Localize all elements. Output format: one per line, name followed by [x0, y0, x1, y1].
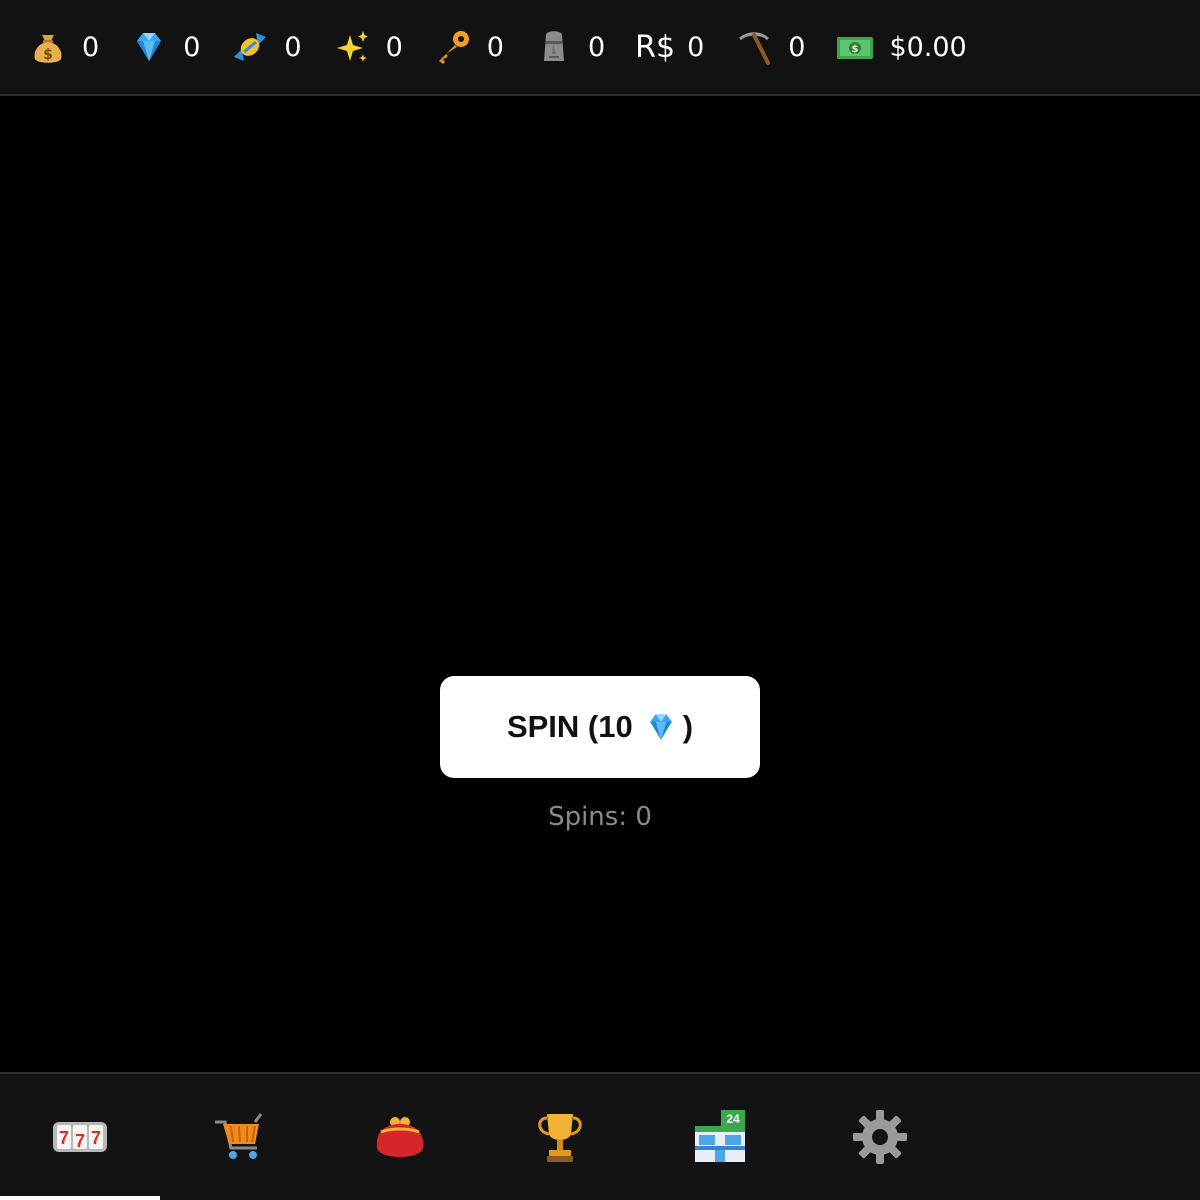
resource-moai: 0	[534, 0, 605, 95]
resource-cash: $ $0.00	[835, 0, 967, 95]
trophy-icon	[538, 1114, 582, 1162]
svg-text:$: $	[852, 44, 859, 55]
play-area: SPIN (10 ) Spins: 0	[0, 98, 1200, 1072]
resource-keys: 0	[433, 0, 504, 95]
svg-text:24: 24	[726, 1112, 740, 1126]
robux-label: R$	[635, 29, 676, 65]
nav-active-indicator	[0, 1196, 160, 1200]
sparkles-icon	[332, 27, 372, 67]
nav-slot-machine[interactable]: 7 7 7	[0, 1074, 160, 1200]
resource-bar: $ 0 0 0 0 0 0 R$ 0 0 $ $0.00	[0, 0, 1200, 96]
moai-value: 0	[587, 31, 606, 63]
cash-value: $0.00	[889, 31, 967, 63]
gem-icon	[649, 714, 672, 740]
nav-settings[interactable]	[800, 1074, 960, 1200]
nav-store[interactable]: 24	[640, 1074, 800, 1200]
key-icon	[433, 27, 473, 67]
gem-icon	[129, 27, 169, 67]
svg-text:$: $	[43, 47, 53, 63]
coins-value: 0	[82, 31, 100, 63]
nav-shop[interactable]	[160, 1074, 320, 1200]
money-bag-icon: $	[28, 27, 68, 67]
purse-icon	[376, 1117, 424, 1157]
spins-counter: Spins: 0	[548, 802, 652, 832]
keys-value: 0	[486, 31, 504, 63]
bottom-nav: 7 7 7 24	[0, 1072, 1200, 1200]
robux-value: 0	[687, 31, 705, 63]
nav-inventory[interactable]	[320, 1074, 480, 1200]
sparkles-value: 0	[385, 31, 403, 63]
gems-value: 0	[183, 31, 201, 63]
pickaxe-icon	[734, 27, 774, 67]
resource-pickaxe: 0	[734, 0, 805, 95]
candy-icon	[230, 27, 270, 67]
gear-icon	[853, 1110, 907, 1164]
nav-leaderboard[interactable]	[480, 1074, 640, 1200]
convenience-store-icon: 24	[695, 1110, 745, 1162]
pickaxe-value: 0	[788, 31, 806, 63]
resource-coins: $ 0	[28, 0, 99, 95]
svg-text:7: 7	[91, 1128, 101, 1148]
svg-text:7: 7	[75, 1131, 85, 1151]
resource-candy: 0	[230, 0, 302, 95]
game-screen: $ 0 0 0 0 0 0 R$ 0 0 $ $0.00 SPIN (10) …	[0, 0, 1200, 1200]
resource-sparkles: 0	[332, 0, 403, 95]
svg-text:7: 7	[59, 1128, 69, 1148]
moai-icon	[534, 27, 574, 67]
spin-button-close: )	[682, 709, 694, 744]
dollar-bill-icon: $	[835, 27, 875, 67]
spin-button[interactable]: SPIN (10 )	[440, 676, 760, 778]
candy-value: 0	[284, 31, 302, 63]
slot-machine-icon: 7 7 7	[53, 1122, 107, 1152]
shopping-cart-icon	[215, 1113, 263, 1159]
resource-robux: R$ 0	[635, 0, 704, 95]
spin-button-label: SPIN (10	[506, 709, 633, 744]
resource-gems: 0	[129, 0, 200, 95]
